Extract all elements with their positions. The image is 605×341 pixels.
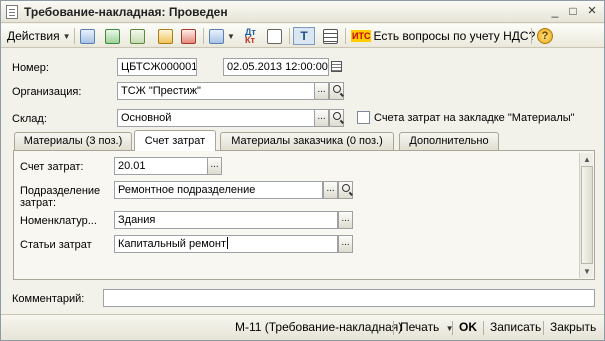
comment-label: Комментарий: [12,293,85,305]
close-window-button[interactable]: × [584,3,600,19]
structure-button[interactable]: ▼ [209,27,235,45]
number-field[interactable]: ЦБТСЖ000001 [117,58,197,76]
organization-search-button[interactable] [329,82,344,100]
cost-account-label: Счет затрат: [20,161,84,173]
report-icon [267,28,282,44]
toolbar-separator [203,28,204,44]
report-button[interactable] [267,27,282,45]
toolbar: Действия ▼ ▼ Дт Кт T ИТС Есть вопросы по … [1,24,604,48]
nomenclature-select-button[interactable]: ... [338,211,353,229]
filter-icon: T [300,29,308,43]
warehouse-label: Склад: [12,113,47,125]
actions-menu-button[interactable]: Действия ▼ [7,27,71,45]
cost-items-label: Статьи затрат [20,239,92,251]
tab-customer-materials[interactable]: Материалы заказчика (0 поз.) [220,132,394,150]
comment-field[interactable] [103,289,595,307]
window-title: Требование-накладная: Проведен [24,5,228,19]
footer-separator [393,321,394,335]
new-button[interactable] [130,27,145,45]
unpost-button[interactable] [181,27,196,45]
cost-items-value: Капитальный ремонт [118,238,227,250]
title-bar: Требование-накладная: Проведен _ □ × [1,1,604,23]
print-label: Печать [400,320,440,334]
post-button[interactable] [158,27,173,45]
maximize-button[interactable]: □ [565,4,581,19]
toolbar-separator [531,28,532,44]
number-label: Номер: [12,62,49,74]
cost-items-field[interactable]: Капитальный ремонт [114,235,338,253]
nomenclature-field[interactable]: Здания [114,211,338,229]
structure-icon [209,28,224,44]
cost-account-checkbox-label: Счета затрат на закладке "Материалы" [374,112,575,124]
refresh-icon [105,28,120,44]
print-menu-button[interactable]: Печать ▼ [400,320,454,334]
date-field[interactable]: 02.05.2013 12:00:00 [223,58,329,76]
list-icon [323,28,338,44]
cost-items-select-button[interactable]: ... [338,235,353,253]
panel-scrollbar[interactable]: ▲ ▼ [579,153,593,278]
footer-bar: М-11 (Требование-накладная) Печать ▼ OK … [1,314,604,340]
copy-icon [80,28,95,44]
dt-kt-icon: Дт Кт [245,27,256,45]
vat-questions-button[interactable]: ИТС Есть вопросы по учету НДС? ▼ [351,27,546,45]
text-caret [227,237,229,249]
calendar-icon [331,61,342,72]
footer-separator [483,321,484,335]
organization-select-button[interactable]: ... [314,82,329,100]
close-button[interactable]: Закрыть [550,320,596,334]
vat-questions-label: Есть вопросы по учету НДС? [373,29,536,43]
warehouse-select-button[interactable]: ... [314,109,329,127]
organization-field[interactable]: ТСЖ "Престиж" [117,82,315,100]
minimize-button[interactable]: _ [547,4,563,19]
tab-cost-account[interactable]: Счет затрат [134,130,216,151]
nomenclature-label: Номенклатур... [20,215,97,227]
document-window: Требование-накладная: Проведен _ □ × Дей… [0,0,605,341]
filter-toggle-button[interactable]: T [293,27,315,45]
search-icon [332,85,341,93]
tab-additional[interactable]: Дополнительно [399,132,499,150]
toolbar-separator [74,28,75,44]
footer-separator [452,321,453,335]
cost-account-checkbox[interactable] [357,111,370,124]
actions-label: Действия [7,29,60,43]
dt-kt-button[interactable]: Дт Кт [245,27,256,45]
tab-materials[interactable]: Материалы (3 поз.) [14,132,132,150]
copy-button[interactable] [80,27,95,45]
help-button[interactable]: ? [537,27,553,45]
toolbar-separator [289,28,290,44]
search-icon [341,184,350,192]
refresh-button[interactable] [105,27,120,45]
department-search-button[interactable] [338,181,353,199]
footer-separator [543,321,544,335]
department-field[interactable]: Ремонтное подразделение [114,181,323,199]
cost-account-field[interactable]: 20.01 [114,157,208,175]
department-select-button[interactable]: ... [323,181,338,199]
print-form-button[interactable]: М-11 (Требование-накладная) [235,320,402,334]
its-icon: ИТС [351,30,372,42]
warehouse-field[interactable]: Основной [117,109,315,127]
save-button[interactable]: Записать [490,320,541,334]
unpost-icon [181,28,196,44]
ok-button[interactable]: OK [459,320,477,334]
chevron-down-icon: ▼ [62,31,71,41]
scrollbar-thumb[interactable] [581,166,593,264]
scroll-down-icon[interactable]: ▼ [583,267,591,276]
organization-label: Организация: [12,86,82,98]
chevron-down-icon: ▼ [227,31,235,41]
cost-account-select-button[interactable]: ... [207,157,222,175]
search-icon [332,112,341,120]
department-label-line1: Подразделение [20,185,101,197]
warehouse-search-button[interactable] [329,109,344,127]
new-icon [130,28,145,44]
help-icon: ? [537,28,553,44]
list-button[interactable] [323,27,338,45]
calendar-button[interactable] [329,58,344,76]
department-label-line2: затрат: [20,197,57,209]
document-icon [6,5,18,19]
post-icon [158,28,173,44]
scroll-up-icon[interactable]: ▲ [583,155,591,164]
toolbar-separator [345,28,346,44]
